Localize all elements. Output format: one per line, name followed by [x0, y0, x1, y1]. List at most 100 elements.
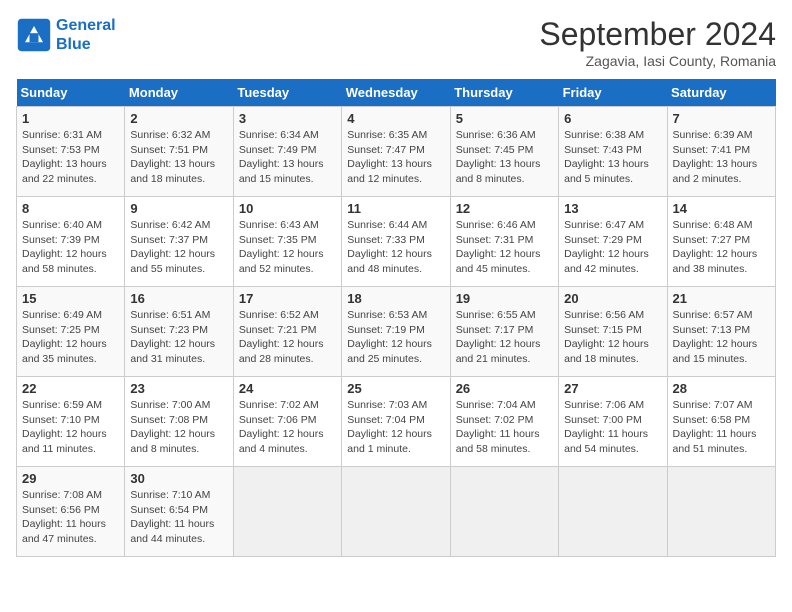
- day-number: 18: [347, 291, 444, 306]
- calendar-cell: [559, 467, 667, 557]
- day-info: Sunrise: 7:07 AMSunset: 6:58 PMDaylight:…: [673, 398, 770, 457]
- calendar-cell: [342, 467, 450, 557]
- calendar-cell: 26 Sunrise: 7:04 AMSunset: 7:02 PMDayligh…: [450, 377, 558, 467]
- weekday-header-sunday: Sunday: [17, 79, 125, 107]
- day-info: Sunrise: 6:44 AMSunset: 7:33 PMDaylight:…: [347, 218, 444, 277]
- calendar-cell: 23 Sunrise: 7:00 AMSunset: 7:08 PMDayligh…: [125, 377, 233, 467]
- day-number: 28: [673, 381, 770, 396]
- calendar-cell: 4 Sunrise: 6:35 AMSunset: 7:47 PMDaylight…: [342, 107, 450, 197]
- day-info: Sunrise: 6:32 AMSunset: 7:51 PMDaylight:…: [130, 128, 227, 187]
- day-info: Sunrise: 7:04 AMSunset: 7:02 PMDaylight:…: [456, 398, 553, 457]
- day-info: Sunrise: 6:34 AMSunset: 7:49 PMDaylight:…: [239, 128, 336, 187]
- day-number: 15: [22, 291, 119, 306]
- day-number: 24: [239, 381, 336, 396]
- day-number: 29: [22, 471, 119, 486]
- calendar-cell: 9 Sunrise: 6:42 AMSunset: 7:37 PMDaylight…: [125, 197, 233, 287]
- calendar-cell: 12 Sunrise: 6:46 AMSunset: 7:31 PMDayligh…: [450, 197, 558, 287]
- calendar-cell: [233, 467, 341, 557]
- day-number: 26: [456, 381, 553, 396]
- calendar-cell: 10 Sunrise: 6:43 AMSunset: 7:35 PMDayligh…: [233, 197, 341, 287]
- day-info: Sunrise: 6:55 AMSunset: 7:17 PMDaylight:…: [456, 308, 553, 367]
- day-number: 27: [564, 381, 661, 396]
- calendar-cell: 18Sunrise: 6:53 AMSunset: 7:19 PMDayligh…: [342, 287, 450, 377]
- day-number: 25: [347, 381, 444, 396]
- logo-icon: [16, 17, 52, 53]
- day-info: Sunrise: 6:40 AMSunset: 7:39 PMDaylight:…: [22, 218, 119, 277]
- day-number: 6: [564, 111, 661, 126]
- day-info: Sunrise: 7:06 AMSunset: 7:00 PMDaylight:…: [564, 398, 661, 457]
- day-info: Sunrise: 7:10 AMSunset: 6:54 PMDaylight:…: [130, 488, 227, 547]
- day-number: 3: [239, 111, 336, 126]
- day-info: Sunrise: 6:47 AMSunset: 7:29 PMDaylight:…: [564, 218, 661, 277]
- day-info: Sunrise: 6:43 AMSunset: 7:35 PMDaylight:…: [239, 218, 336, 277]
- calendar-cell: 29 Sunrise: 7:08 AMSunset: 6:56 PMDayligh…: [17, 467, 125, 557]
- calendar-cell: 19Sunrise: 6:55 AMSunset: 7:17 PMDayligh…: [450, 287, 558, 377]
- weekday-header-wednesday: Wednesday: [342, 79, 450, 107]
- day-number: 14: [673, 201, 770, 216]
- calendar-cell: 3 Sunrise: 6:34 AMSunset: 7:49 PMDaylight…: [233, 107, 341, 197]
- month-title: September 2024: [539, 16, 776, 53]
- calendar-cell: 25 Sunrise: 7:03 AMSunset: 7:04 PMDayligh…: [342, 377, 450, 467]
- page-header: General Blue September 2024 Zagavia, Ias…: [16, 16, 776, 69]
- calendar-cell: 8 Sunrise: 6:40 AMSunset: 7:39 PMDaylight…: [17, 197, 125, 287]
- calendar-cell: 17 Sunrise: 6:52 AMSunset: 7:21 PMDayligh…: [233, 287, 341, 377]
- day-info: Sunrise: 7:02 AMSunset: 7:06 PMDaylight:…: [239, 398, 336, 457]
- day-number: 22: [22, 381, 119, 396]
- calendar-cell: 6 Sunrise: 6:38 AMSunset: 7:43 PMDaylight…: [559, 107, 667, 197]
- weekday-header-monday: Monday: [125, 79, 233, 107]
- day-number: 12: [456, 201, 553, 216]
- calendar-cell: 1Sunrise: 6:31 AMSunset: 7:53 PMDaylight…: [17, 107, 125, 197]
- day-info: Sunrise: 7:08 AMSunset: 6:56 PMDaylight:…: [22, 488, 119, 547]
- logo-text: General Blue: [56, 16, 116, 54]
- day-info: Sunrise: 6:31 AMSunset: 7:53 PMDaylight:…: [22, 128, 119, 187]
- title-block: September 2024 Zagavia, Iasi County, Rom…: [539, 16, 776, 69]
- day-info: Sunrise: 6:35 AMSunset: 7:47 PMDaylight:…: [347, 128, 444, 187]
- day-number: 5: [456, 111, 553, 126]
- day-number: 7: [673, 111, 770, 126]
- day-number: 9: [130, 201, 227, 216]
- day-number: 4: [347, 111, 444, 126]
- calendar-cell: [450, 467, 558, 557]
- calendar-cell: 2 Sunrise: 6:32 AMSunset: 7:51 PMDaylight…: [125, 107, 233, 197]
- day-number: 21: [673, 291, 770, 306]
- day-info: Sunrise: 6:38 AMSunset: 7:43 PMDaylight:…: [564, 128, 661, 187]
- day-number: 17: [239, 291, 336, 306]
- calendar-table: SundayMondayTuesdayWednesdayThursdayFrid…: [16, 79, 776, 557]
- calendar-cell: 28 Sunrise: 7:07 AMSunset: 6:58 PMDayligh…: [667, 377, 775, 467]
- calendar-cell: 11Sunrise: 6:44 AMSunset: 7:33 PMDayligh…: [342, 197, 450, 287]
- calendar-cell: 30 Sunrise: 7:10 AMSunset: 6:54 PMDayligh…: [125, 467, 233, 557]
- day-number: 13: [564, 201, 661, 216]
- day-number: 30: [130, 471, 227, 486]
- calendar-cell: 22 Sunrise: 6:59 AMSunset: 7:10 PMDayligh…: [17, 377, 125, 467]
- day-number: 10: [239, 201, 336, 216]
- day-info: Sunrise: 6:49 AMSunset: 7:25 PMDaylight:…: [22, 308, 119, 367]
- calendar-cell: 7 Sunrise: 6:39 AMSunset: 7:41 PMDaylight…: [667, 107, 775, 197]
- day-number: 2: [130, 111, 227, 126]
- day-info: Sunrise: 6:48 AMSunset: 7:27 PMDaylight:…: [673, 218, 770, 277]
- day-info: Sunrise: 6:46 AMSunset: 7:31 PMDaylight:…: [456, 218, 553, 277]
- calendar-cell: 14 Sunrise: 6:48 AMSunset: 7:27 PMDayligh…: [667, 197, 775, 287]
- day-info: Sunrise: 6:42 AMSunset: 7:37 PMDaylight:…: [130, 218, 227, 277]
- day-number: 16: [130, 291, 227, 306]
- day-info: Sunrise: 6:39 AMSunset: 7:41 PMDaylight:…: [673, 128, 770, 187]
- day-number: 23: [130, 381, 227, 396]
- day-info: Sunrise: 7:03 AMSunset: 7:04 PMDaylight:…: [347, 398, 444, 457]
- day-info: Sunrise: 7:00 AMSunset: 7:08 PMDaylight:…: [130, 398, 227, 457]
- calendar-cell: 16 Sunrise: 6:51 AMSunset: 7:23 PMDayligh…: [125, 287, 233, 377]
- calendar-cell: 24 Sunrise: 7:02 AMSunset: 7:06 PMDayligh…: [233, 377, 341, 467]
- weekday-header-saturday: Saturday: [667, 79, 775, 107]
- calendar-cell: [667, 467, 775, 557]
- day-info: Sunrise: 6:36 AMSunset: 7:45 PMDaylight:…: [456, 128, 553, 187]
- weekday-header-friday: Friday: [559, 79, 667, 107]
- calendar-cell: 20Sunrise: 6:56 AMSunset: 7:15 PMDayligh…: [559, 287, 667, 377]
- day-number: 8: [22, 201, 119, 216]
- day-number: 20: [564, 291, 661, 306]
- calendar-cell: 13 Sunrise: 6:47 AMSunset: 7:29 PMDayligh…: [559, 197, 667, 287]
- day-info: Sunrise: 6:59 AMSunset: 7:10 PMDaylight:…: [22, 398, 119, 457]
- day-info: Sunrise: 6:52 AMSunset: 7:21 PMDaylight:…: [239, 308, 336, 367]
- weekday-header-tuesday: Tuesday: [233, 79, 341, 107]
- location-subtitle: Zagavia, Iasi County, Romania: [539, 53, 776, 69]
- day-info: Sunrise: 6:57 AMSunset: 7:13 PMDaylight:…: [673, 308, 770, 367]
- day-info: Sunrise: 6:51 AMSunset: 7:23 PMDaylight:…: [130, 308, 227, 367]
- calendar-cell: 27 Sunrise: 7:06 AMSunset: 7:00 PMDayligh…: [559, 377, 667, 467]
